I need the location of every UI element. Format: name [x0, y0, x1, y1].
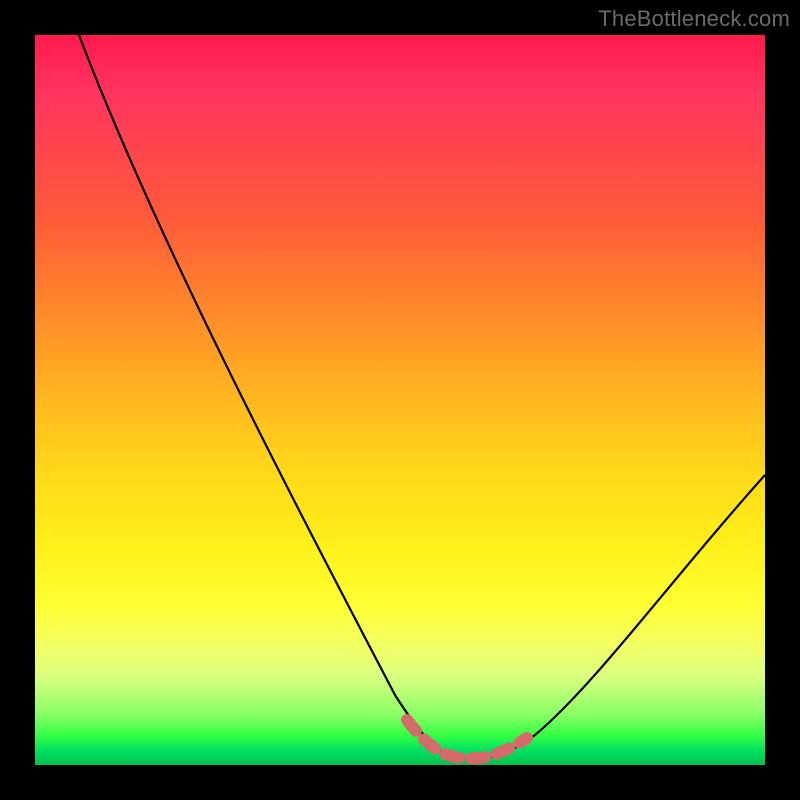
plot-area: [35, 35, 765, 765]
sweet-spot-band: [407, 720, 527, 758]
bottleneck-curve: [79, 35, 765, 758]
chart-frame: TheBottleneck.com: [0, 0, 800, 800]
chart-svg: [35, 35, 765, 765]
watermark-text: TheBottleneck.com: [598, 6, 790, 32]
